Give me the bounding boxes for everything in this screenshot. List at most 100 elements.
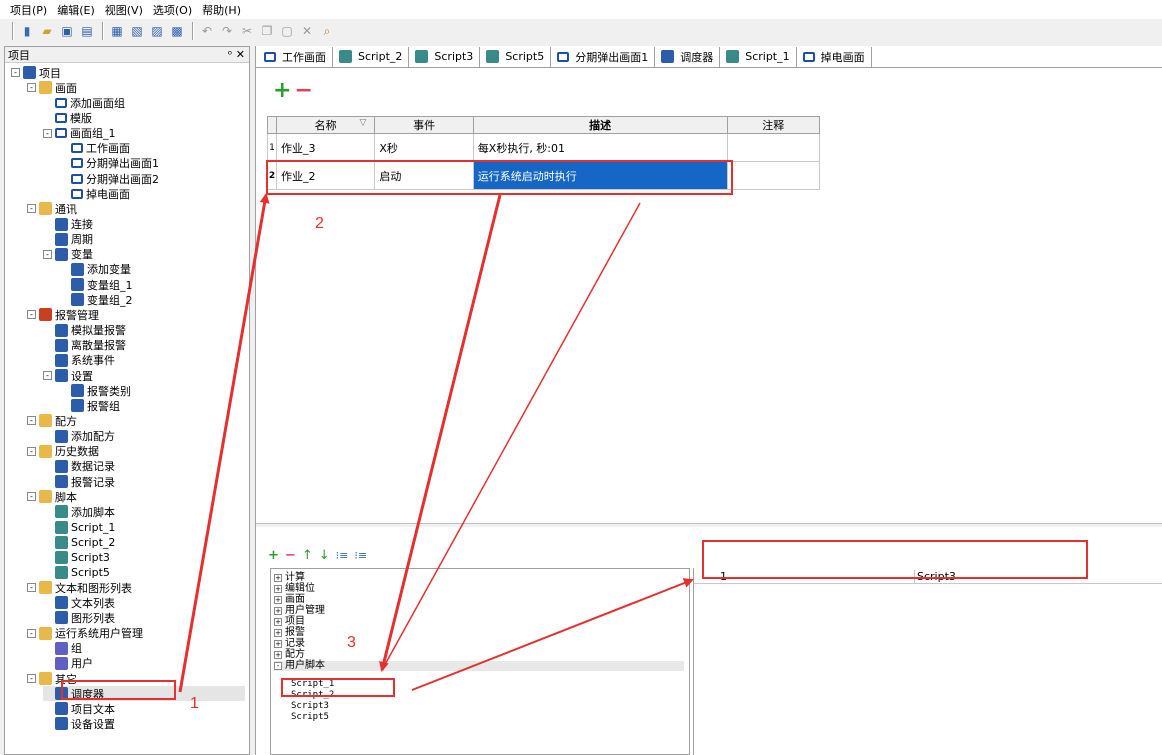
cut-icon[interactable]: ✂ <box>238 22 256 40</box>
undo-icon[interactable]: ↶ <box>198 22 216 40</box>
add-job-icon[interactable]: + <box>273 80 291 102</box>
collapse-icon[interactable]: - <box>274 662 282 670</box>
expand-icon[interactable]: + <box>274 629 282 637</box>
collapse-icon[interactable]: - <box>27 310 36 320</box>
expand-icon[interactable]: + <box>274 596 282 604</box>
tree-item[interactable]: - 项目 <box>11 65 61 80</box>
collapse-icon[interactable]: - <box>27 583 36 593</box>
function-category[interactable]: + 报警 <box>274 628 305 638</box>
tree-item[interactable]: 项目文本 <box>43 701 115 716</box>
remove-task-icon[interactable]: − <box>285 548 296 563</box>
remove-job-icon[interactable]: − <box>294 80 312 102</box>
tree-item[interactable]: 分期弹出画面1 <box>59 156 159 171</box>
tab-7[interactable]: 掉电画面 <box>797 46 872 67</box>
tree-item[interactable]: 报警类别 <box>59 383 131 398</box>
function-category[interactable]: + 项目 <box>274 617 305 627</box>
download-icon[interactable]: ▩ <box>168 22 186 40</box>
tree-item[interactable]: 调度器 <box>43 686 245 702</box>
tab-2[interactable]: Script3 <box>409 46 481 67</box>
function-category[interactable]: + 配方 <box>274 650 305 660</box>
tree-item[interactable]: 模拟量报警 <box>43 323 126 338</box>
copy-icon[interactable]: ❐ <box>258 22 276 40</box>
menu-help[interactable]: 帮助(H) <box>202 2 241 18</box>
job-description-cell[interactable]: 每X秒执行, 秒:01 <box>472 133 728 162</box>
tree-item[interactable]: - 脚本 <box>27 489 77 504</box>
tree-item[interactable]: - 配方 <box>27 413 77 428</box>
tree-item[interactable]: 组 <box>43 641 82 656</box>
tree-item[interactable]: 图形列表 <box>43 610 115 625</box>
job-name-cell[interactable]: 作业_3 <box>275 133 376 162</box>
tree-item[interactable]: 用户 <box>43 656 93 671</box>
user-script-item[interactable]: Script_1 <box>291 679 334 689</box>
tree-item[interactable]: 模版 <box>43 110 92 125</box>
tree-item[interactable]: 连接 <box>43 217 93 232</box>
tree-item[interactable]: 掉电画面 <box>59 186 130 201</box>
move-up-icon[interactable]: ↑ <box>302 548 313 563</box>
menu-project[interactable]: 项目(P) <box>10 2 47 18</box>
user-script-item[interactable]: Script5 <box>291 712 329 722</box>
user-script-item[interactable]: Script_2 <box>291 690 334 700</box>
function-list-row[interactable]: 1 Script3 <box>694 570 1162 584</box>
tree-item[interactable]: 添加脚本 <box>43 504 115 519</box>
tree-item[interactable]: Script_2 <box>43 535 115 550</box>
tree-item[interactable]: - 画面 <box>27 80 77 95</box>
move-down-icon[interactable]: ↓ <box>319 548 330 563</box>
panel-controls[interactable]: ᵒ ✕ <box>228 48 245 61</box>
collapse-icon[interactable]: - <box>27 416 36 426</box>
tree-item[interactable]: - 运行系统用户管理 <box>27 626 143 641</box>
simulate-icon[interactable]: ▧ <box>128 22 146 40</box>
tab-0[interactable]: 工作画面 <box>258 46 333 67</box>
tree-item[interactable]: - 文本和图形列表 <box>27 580 132 595</box>
function-category[interactable]: + 画面 <box>274 595 305 605</box>
save-icon[interactable]: ▣ <box>58 22 76 40</box>
job-event-cell[interactable]: 启动 <box>374 161 474 190</box>
tree-item[interactable]: - 设置 <box>43 368 93 383</box>
table-row[interactable]: 1 作业_3 X秒 每X秒执行, 秒:01 <box>267 133 821 162</box>
tree-item[interactable]: 离散量报警 <box>43 338 126 353</box>
collapse-icon[interactable]: - <box>27 628 36 638</box>
outdent-icon[interactable]: ⁝≡ <box>354 549 367 562</box>
tree-item[interactable]: 系统事件 <box>43 353 115 368</box>
tree-item[interactable]: - 报警管理 <box>27 307 99 322</box>
tree-item[interactable]: Script3 <box>43 550 110 565</box>
job-event-cell[interactable]: X秒 <box>374 133 474 162</box>
redo-icon[interactable]: ↷ <box>218 22 236 40</box>
tree-item[interactable]: 添加配方 <box>43 429 115 444</box>
menu-edit[interactable]: 编辑(E) <box>57 2 95 18</box>
tree-item[interactable]: 变量组_1 <box>59 277 133 292</box>
tree-item[interactable]: 周期 <box>43 232 93 247</box>
tree-item[interactable]: 添加变量 <box>59 262 131 277</box>
function-category[interactable]: + 编辑位 <box>274 584 315 594</box>
tree-item[interactable]: - 通讯 <box>27 201 77 216</box>
indent-icon[interactable]: ⁝≡ <box>336 549 349 562</box>
menu-view[interactable]: 视图(V) <box>105 2 143 18</box>
function-script[interactable]: Script3 <box>917 570 956 583</box>
tab-6[interactable]: Script_1 <box>720 46 797 67</box>
tree-item[interactable]: 报警组 <box>59 398 120 413</box>
collapse-icon[interactable]: - <box>27 492 36 502</box>
job-comment-cell[interactable] <box>726 133 821 162</box>
collapse-icon[interactable]: - <box>43 249 52 259</box>
expand-icon[interactable]: + <box>274 607 282 615</box>
open-icon[interactable]: ▰ <box>38 22 56 40</box>
tree-item[interactable]: 工作画面 <box>59 141 130 156</box>
tree-item[interactable]: 设备设置 <box>43 716 115 731</box>
tree-item[interactable]: - 其它 <box>27 671 77 686</box>
tree-item[interactable]: 报警记录 <box>43 474 115 489</box>
tab-3[interactable]: Script5 <box>480 46 552 67</box>
expand-icon[interactable]: + <box>274 651 282 659</box>
function-category[interactable]: + 记录 <box>274 639 305 649</box>
tab-1[interactable]: Script_2 <box>333 46 410 67</box>
tree-item[interactable]: 数据记录 <box>43 459 115 474</box>
tree-item[interactable]: 添加画面组 <box>43 95 125 110</box>
add-task-icon[interactable]: + <box>268 548 279 563</box>
job-name-cell[interactable]: 作业_2 <box>275 161 376 190</box>
function-category[interactable]: + 计算 <box>274 573 305 583</box>
tree-item[interactable]: Script5 <box>43 565 110 580</box>
user-script-item[interactable]: Script3 <box>291 701 329 711</box>
splitter[interactable] <box>256 523 1162 527</box>
column-header-description[interactable]: 描述 <box>472 116 728 134</box>
collapse-icon[interactable]: - <box>43 371 52 380</box>
menu-options[interactable]: 选项(O) <box>153 2 192 18</box>
collapse-icon[interactable]: - <box>11 68 20 77</box>
